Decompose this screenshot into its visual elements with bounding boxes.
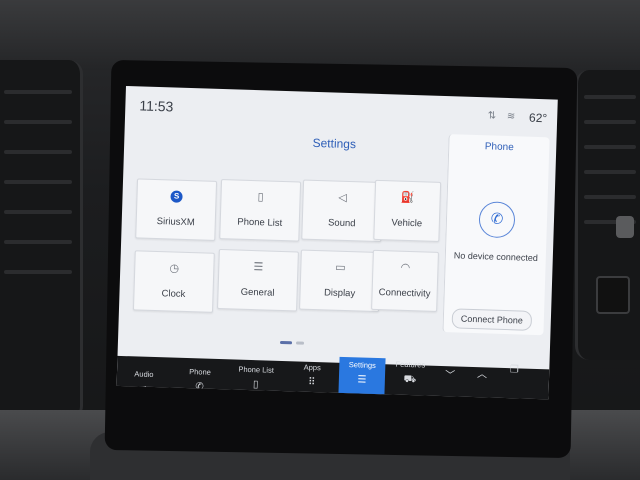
tile-vehicle[interactable]: ⛽ Vehicle — [373, 179, 442, 242]
page-indicator — [279, 340, 310, 346]
nav-label: Features — [395, 359, 426, 370]
tile-sound[interactable]: ◁ Sound — [301, 179, 384, 243]
phone-panel: Phone ✆ No device connected Connect Phon… — [442, 134, 550, 336]
wifi-icon: ◠ — [400, 261, 411, 275]
tile-clock[interactable]: ◷ Clock — [132, 250, 215, 313]
copy-icon[interactable]: ❐ — [499, 354, 530, 395]
tile-general[interactable]: ☰ General — [217, 248, 299, 312]
phone-panel-title: Phone — [484, 141, 514, 154]
infotainment-screen: 11:53 ⇅ ≋ 62° Settings S SiriusXM ▯ Phon… — [116, 86, 558, 400]
tile-connectivity[interactable]: ◠ Connectivity — [371, 249, 439, 312]
hazard-button[interactable] — [596, 276, 630, 314]
tile-siriusxm[interactable]: S SiriusXM — [135, 178, 218, 241]
chevron-up-icon[interactable]: ︿ — [466, 355, 497, 396]
vent-knob[interactable] — [616, 216, 634, 238]
phone-list-icon: ▯ — [252, 379, 259, 391]
signal-status-icon: ⇅ ≋ — [487, 110, 520, 123]
speaker-icon: ◁ — [338, 191, 348, 204]
nav-label: Phone List — [238, 364, 275, 375]
tile-label: Vehicle — [391, 217, 423, 230]
nav-label: Apps — [303, 362, 321, 373]
tile-display[interactable]: ▭ Display — [299, 249, 381, 313]
right-air-vent — [575, 70, 640, 360]
tile-label: Connectivity — [378, 287, 431, 300]
clock-icon: ◷ — [169, 262, 180, 275]
nav-settings[interactable]: Settings ☰ — [338, 356, 386, 399]
outside-temperature: 62° — [528, 110, 548, 126]
tile-phone-list[interactable]: ▯ Phone List — [219, 179, 302, 242]
truck-icon: ⛟ — [403, 373, 417, 386]
siriusxm-icon: S — [137, 188, 215, 203]
tile-label: SiriusXM — [156, 216, 195, 229]
tile-label: General — [240, 286, 275, 299]
left-air-vent — [0, 60, 83, 420]
dashboard-top — [0, 0, 640, 70]
chevron-down-icon[interactable]: ﹀ — [434, 356, 465, 397]
connect-phone-button[interactable]: Connect Phone — [451, 308, 533, 331]
display-icon: ▭ — [335, 261, 346, 274]
tile-label: Clock — [161, 288, 186, 300]
tile-label: Sound — [327, 217, 356, 230]
sliders-icon: ☰ — [357, 374, 367, 386]
phone-status-text: No device connected — [453, 250, 538, 264]
phone-icon[interactable]: ✆ — [478, 201, 516, 239]
nav-label: Phone — [189, 367, 212, 377]
settings-title: Settings — [312, 135, 357, 152]
vehicle-icon: ⛽ — [400, 191, 415, 205]
nav-label: Settings — [348, 360, 377, 370]
sliders-icon: ☰ — [253, 261, 264, 274]
phone-list-icon: ▯ — [257, 191, 264, 204]
tile-label: Phone List — [237, 216, 283, 229]
status-clock: 11:53 — [139, 97, 174, 115]
nav-features[interactable]: Features ⛟ — [386, 356, 433, 397]
tile-label: Display — [323, 287, 356, 300]
nav-label: Audio — [134, 369, 154, 380]
apps-grid-icon: ⠿ — [307, 376, 316, 389]
